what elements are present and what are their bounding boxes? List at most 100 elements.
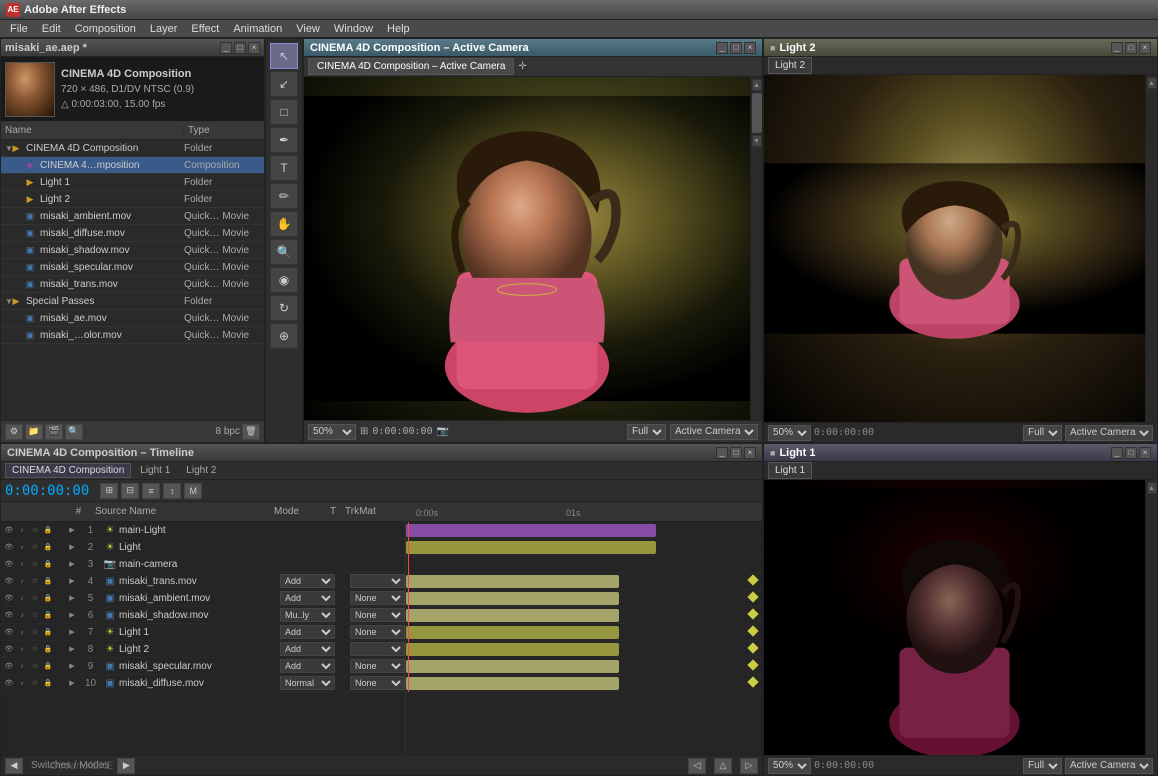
menu-edit[interactable]: Edit <box>36 22 67 36</box>
layer-row-1[interactable]: 👁♪☆🔒▶1☀main-Light <box>1 522 405 539</box>
tl-tool3[interactable]: ≡ <box>142 483 160 499</box>
menu-layer[interactable]: Layer <box>144 22 184 36</box>
timeline-tab-light1[interactable]: Light 1 <box>133 463 177 478</box>
layer-row-9[interactable]: 👁♪☆🔒▶9▣misaki_specular.movAddNone <box>1 658 405 675</box>
track-bar-9[interactable] <box>406 660 619 673</box>
layer-row-10[interactable]: 👁♪☆🔒▶10▣misaki_diffuse.movNormalNone <box>1 675 405 692</box>
tool-brush[interactable]: ✏ <box>270 183 298 209</box>
track-bar-5[interactable] <box>406 592 619 605</box>
tool-cam-pan[interactable]: ⊕ <box>270 323 298 349</box>
layer-expand-6[interactable]: ▶ <box>66 609 78 621</box>
layer-icon-10-3[interactable]: 🔒 <box>42 677 54 689</box>
layer-icon-8-2[interactable]: ☆ <box>29 643 41 655</box>
file-item-4[interactable]: ▣misaki_ambient.movQuick… Movie <box>1 208 264 225</box>
new-comp-btn[interactable]: 🎬 <box>45 424 63 440</box>
layer-icon-5-3[interactable]: 🔒 <box>42 592 54 604</box>
layer-icon-1-1[interactable]: ♪ <box>16 524 28 536</box>
layer-icon-9-3[interactable]: 🔒 <box>42 660 54 672</box>
layer-icon-3-3[interactable]: 🔒 <box>42 558 54 570</box>
track-bar-6[interactable] <box>406 609 619 622</box>
light1-minimize-btn[interactable]: _ <box>1111 447 1123 459</box>
layer-icon-5-0[interactable]: 👁 <box>3 592 15 604</box>
timeline-tab-light2[interactable]: Light 2 <box>179 463 223 478</box>
tool-pan-behind[interactable]: ↙ <box>270 71 298 97</box>
menu-help[interactable]: Help <box>381 22 416 36</box>
comp-minimize-btn[interactable]: _ <box>716 42 728 54</box>
layer-expand-8[interactable]: ▶ <box>66 643 78 655</box>
layer-icon-4-0[interactable]: 👁 <box>3 575 15 587</box>
layer-icon-1-2[interactable]: ☆ <box>29 524 41 536</box>
keyframe-9[interactable] <box>747 659 758 670</box>
tl-tool5[interactable]: M <box>184 483 202 499</box>
comp-close-btn[interactable]: × <box>744 42 756 54</box>
layer-row-6[interactable]: 👁♪☆🔒▶6▣misaki_shadow.movMu..lyNone <box>1 607 405 624</box>
layer-trkmat-5[interactable]: None <box>350 591 405 605</box>
new-folder-btn[interactable]: 📁 <box>25 424 43 440</box>
menu-file[interactable]: File <box>4 22 34 36</box>
layer-icon-4-1[interactable]: ♪ <box>16 575 28 587</box>
light1-viewer-tab[interactable]: Light 1 <box>768 462 812 479</box>
layer-icon-4-3[interactable]: 🔒 <box>42 575 54 587</box>
layer-icon-1-3[interactable]: 🔒 <box>42 524 54 536</box>
layer-trkmat-4[interactable] <box>350 574 405 588</box>
layer-icon-6-0[interactable]: 👁 <box>3 609 15 621</box>
layer-row-7[interactable]: 👁♪☆🔒▶7☀Light 1AddNone <box>1 624 405 641</box>
layer-icon-2-0[interactable]: 👁 <box>3 541 15 553</box>
l2-zoom-select[interactable]: 50% <box>768 425 811 441</box>
layer-icon-7-3[interactable]: 🔒 <box>42 626 54 638</box>
layer-row-5[interactable]: 👁♪☆🔒▶5▣misaki_ambient.movAddNone <box>1 590 405 607</box>
layer-icon-10-2[interactable]: ☆ <box>29 677 41 689</box>
menu-composition[interactable]: Composition <box>69 22 142 36</box>
track-bar-10[interactable] <box>406 677 619 690</box>
layer-icon-10-1[interactable]: ♪ <box>16 677 28 689</box>
layer-icon-2-2[interactable]: ☆ <box>29 541 41 553</box>
layer-mode-6[interactable]: Mu..ly <box>280 608 335 622</box>
timeline-maximize-btn[interactable]: □ <box>730 447 742 459</box>
layer-mode-4[interactable]: Add <box>280 574 335 588</box>
l2-camera-select[interactable]: Active Camera <box>1065 425 1153 441</box>
layer-expand-9[interactable]: ▶ <box>66 660 78 672</box>
layer-mode-7[interactable]: Add <box>280 625 335 639</box>
track-bar-7[interactable] <box>406 626 619 639</box>
tl-tool4[interactable]: ↕ <box>163 483 181 499</box>
layer-icon-7-0[interactable]: 👁 <box>3 626 15 638</box>
file-item-0[interactable]: ▼▶CINEMA 4D CompositionFolder <box>1 140 264 157</box>
sidebar-up-arrow[interactable]: ▲ <box>752 79 762 91</box>
layer-mode-8[interactable]: Add <box>280 642 335 656</box>
delete-btn[interactable]: 🗑 <box>242 424 260 440</box>
l2-quality-select[interactable]: Full <box>1023 425 1062 441</box>
track-bar-2[interactable] <box>406 541 656 554</box>
tl-bottom-prev[interactable]: ◀ <box>5 758 23 774</box>
quality-select[interactable]: Full <box>627 424 666 440</box>
tl-bottom-tool2[interactable]: △ <box>714 758 732 774</box>
layer-trkmat-9[interactable]: None <box>350 659 405 673</box>
keyframe-7[interactable] <box>747 625 758 636</box>
layer-expand-3[interactable]: ▶ <box>66 558 78 570</box>
file-item-3[interactable]: ▶Light 2Folder <box>1 191 264 208</box>
layer-icon-2-3[interactable]: 🔒 <box>42 541 54 553</box>
keyframe-6[interactable] <box>747 608 758 619</box>
layer-row-4[interactable]: 👁♪☆🔒▶4▣misaki_trans.movAdd <box>1 573 405 590</box>
file-item-11[interactable]: ▣misaki_…olor.movQuick… Movie <box>1 327 264 344</box>
light1-close-btn[interactable]: × <box>1139 447 1151 459</box>
l1-zoom-select[interactable]: 50% <box>768 758 811 774</box>
interpret-btn[interactable]: ⚙ <box>5 424 23 440</box>
layer-expand-7[interactable]: ▶ <box>66 626 78 638</box>
layer-icon-10-0[interactable]: 👁 <box>3 677 15 689</box>
camera-select[interactable]: Active Camera <box>670 424 758 440</box>
project-minimize-btn[interactable]: _ <box>220 42 232 54</box>
timeline-close-btn[interactable]: × <box>744 447 756 459</box>
file-item-7[interactable]: ▣misaki_specular.movQuick… Movie <box>1 259 264 276</box>
tl-bottom-tool1[interactable]: ◁ <box>688 758 706 774</box>
light2-close-btn[interactable]: × <box>1139 42 1151 54</box>
layer-icon-6-1[interactable]: ♪ <box>16 609 28 621</box>
layer-icon-8-0[interactable]: 👁 <box>3 643 15 655</box>
layer-expand-2[interactable]: ▶ <box>66 541 78 553</box>
l1-up-arrow[interactable]: ▲ <box>1147 482 1157 494</box>
layer-icon-7-1[interactable]: ♪ <box>16 626 28 638</box>
menu-view[interactable]: View <box>290 22 326 36</box>
layer-row-3[interactable]: 👁♪☆🔒▶3📷main-camera <box>1 556 405 573</box>
file-item-9[interactable]: ▼▶Special PassesFolder <box>1 293 264 310</box>
tl-tool2[interactable]: ⊟ <box>121 483 139 499</box>
light2-maximize-btn[interactable]: □ <box>1125 42 1137 54</box>
